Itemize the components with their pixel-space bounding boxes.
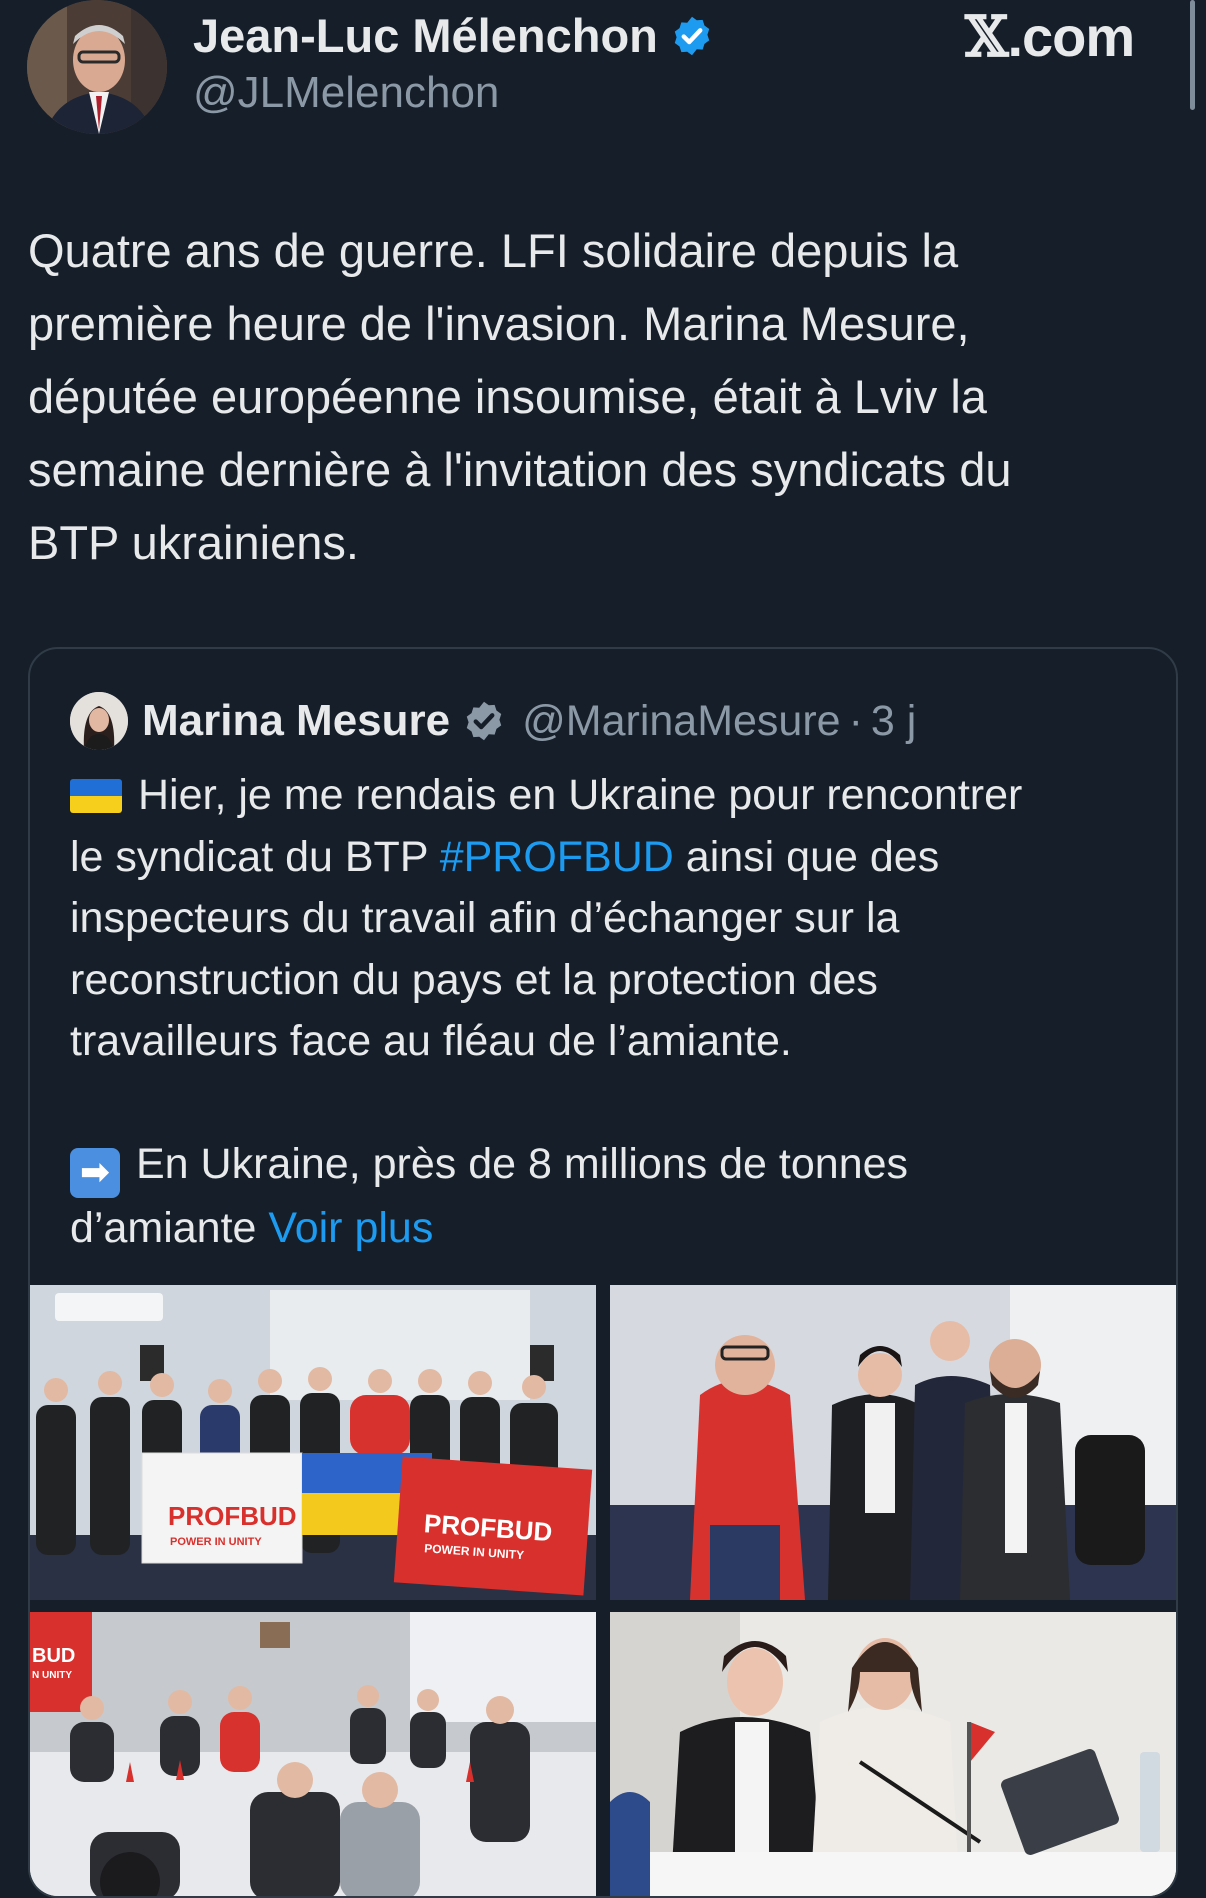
quoted-line: reconstruction du pays et la protection …	[70, 955, 878, 1004]
quoted-tweet-card[interactable]: Marina Mesure @MarinaMesure · 3 j Hier, …	[28, 647, 1178, 1898]
photo-conference-table[interactable]	[610, 1612, 1176, 1896]
tweet-header: Jean-Luc Mélenchon @JLMelenchon 𝕏.com	[0, 0, 1206, 150]
banner-profbud-white: PROFBUD	[168, 1501, 297, 1531]
quoted-author-name[interactable]: Marina Mesure	[142, 696, 450, 746]
banner-partial-subtitle: N UNITY	[32, 1670, 72, 1681]
banner-partial: BUD	[32, 1645, 75, 1667]
hashtag-link[interactable]: #PROFBUD	[440, 833, 674, 881]
verified-badge-icon	[674, 16, 710, 55]
quoted-line: travailleurs face au fléau de l’amiante.	[70, 1017, 792, 1065]
photo-meeting-room[interactable]: BUD N UNITY	[30, 1612, 596, 1896]
quoted-line: le syndicat du BTP #PROFBUD ainsi que de…	[70, 832, 940, 881]
author-avatar[interactable]	[27, 0, 167, 134]
photo-group-banners[interactable]: PROFBUD POWER IN UNITY PROFBUD POWER IN …	[30, 1285, 596, 1600]
quoted-line: ➡ En Ukraine, près de 8 millions de tonne…	[70, 1134, 1150, 1198]
x-com-logo: 𝕏.com	[965, 4, 1135, 70]
quoted-line: Hier, je me rendais en Ukraine pour renc…	[70, 765, 1150, 827]
tweet-text: Quatre ans de guerre. LFI solidaire depu…	[28, 214, 1188, 579]
photo-grid: PROFBUD POWER IN UNITY PROFBUD POWER IN …	[30, 1285, 1176, 1896]
photo-four-people[interactable]	[610, 1285, 1176, 1600]
tweet-line: BTP ukrainiens.	[28, 516, 359, 569]
tweet-line: Quatre ans de guerre. LFI solidaire depu…	[28, 224, 959, 277]
author-name[interactable]: Jean-Luc Mélenchon	[193, 8, 658, 63]
quoted-tweet-header: Marina Mesure @MarinaMesure · 3 j	[70, 691, 916, 751]
quoted-author-avatar[interactable]	[70, 692, 128, 750]
separator-dot: ·	[848, 696, 863, 745]
tweet-line: première heure de l'invasion. Marina Mes…	[28, 297, 970, 350]
quoted-author-handle[interactable]: @MarinaMesure	[522, 697, 840, 746]
brand-domain: .com	[1007, 5, 1135, 68]
verified-badge-icon	[466, 701, 502, 741]
tweet-line: semaine dernière à l'invitation des synd…	[28, 443, 1012, 496]
tweet-line: députée européenne insoumise, était à Lv…	[28, 370, 987, 423]
show-more-link[interactable]: Voir plus	[268, 1204, 433, 1252]
quoted-tweet-text: Hier, je me rendais en Ukraine pour renc…	[70, 765, 1150, 1260]
right-arrow-icon: ➡	[70, 1148, 120, 1198]
quoted-tweet-time[interactable]: 3 j	[871, 697, 916, 746]
quoted-line: inspecteurs du travail afin d’échanger s…	[70, 894, 900, 942]
quoted-line: d’amiante Voir plus	[70, 1204, 434, 1252]
banner-subtitle-white: POWER IN UNITY	[170, 1536, 262, 1548]
author-handle[interactable]: @JLMelenchon	[193, 68, 499, 118]
ukraine-flag-icon	[70, 779, 122, 813]
author-name-row[interactable]: Jean-Luc Mélenchon	[193, 8, 714, 63]
x-logo-icon: 𝕏	[965, 4, 1008, 70]
